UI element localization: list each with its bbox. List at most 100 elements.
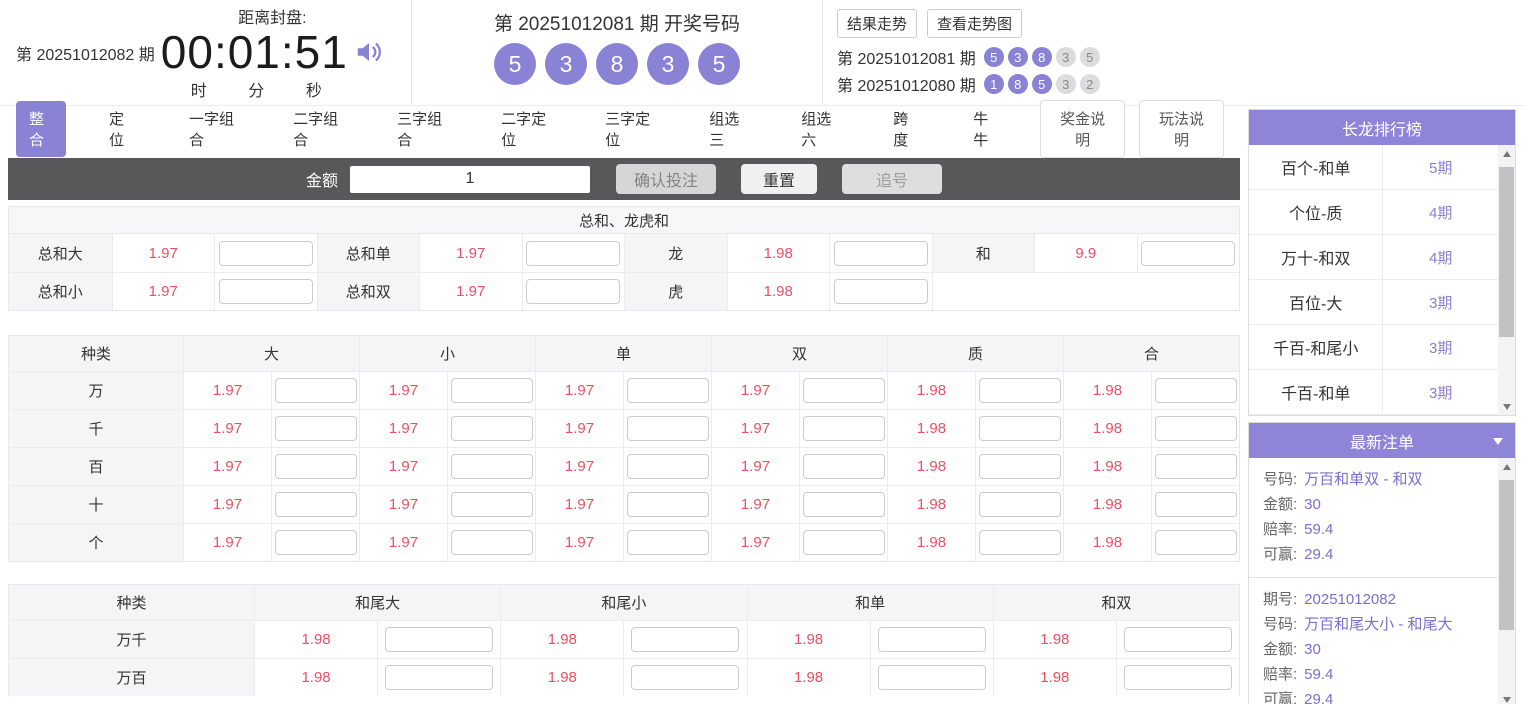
bet-amount-input[interactable] [1123, 665, 1232, 690]
bet-row: 千 1.97 1.97 1.97 1.97 1.98 1.98 [9, 409, 1239, 447]
collapse-caret-icon[interactable] [1493, 438, 1503, 445]
bet-amount-input[interactable] [802, 416, 885, 441]
bet-amount-input[interactable] [526, 279, 621, 304]
bet-amount-input[interactable] [450, 378, 533, 403]
bet-entry-line: 号码: 万百和单双 - 和双 [1263, 467, 1498, 492]
scroll-down-icon[interactable] [1498, 398, 1515, 415]
scroll-down-icon[interactable] [1498, 691, 1515, 704]
tab-整合[interactable]: 整合 [16, 101, 67, 157]
bet-amount-input[interactable] [626, 378, 709, 403]
bet-odds: 1.98 [1063, 371, 1151, 409]
scroll-up-icon[interactable] [1498, 458, 1515, 475]
dragon-row[interactable]: 百个-和单 5期 [1249, 145, 1498, 190]
scroll-thumb[interactable] [1499, 167, 1514, 337]
rules-info-button[interactable]: 玩法说明 [1139, 100, 1224, 158]
reset-button[interactable]: 重置 [741, 164, 817, 194]
bet-input-cell [975, 409, 1063, 447]
bet-amount-input[interactable] [1154, 492, 1237, 517]
bet-amount-input[interactable] [833, 279, 928, 304]
bet-odds: 1.97 [711, 409, 799, 447]
bet-amount-input[interactable] [1154, 454, 1237, 479]
bet-amount-input[interactable] [877, 627, 986, 652]
bet-amount-input[interactable] [626, 492, 709, 517]
view-chart-button[interactable]: 查看走势图 [927, 9, 1023, 38]
tab-三字定位[interactable]: 三字定位 [592, 101, 666, 157]
prize-info-button[interactable]: 奖金说明 [1040, 100, 1126, 158]
scroll-up-icon[interactable] [1498, 145, 1515, 162]
bet-input-cell [623, 523, 711, 561]
dragon-name: 千百-和尾小 [1249, 325, 1384, 369]
bet-amount-input[interactable] [631, 627, 740, 652]
bet-amount-input[interactable] [978, 416, 1061, 441]
bet-amount-input[interactable] [877, 665, 986, 690]
bet-amount-input[interactable] [385, 627, 494, 652]
countdown-units: 时 分 秒 [161, 77, 348, 101]
bet-amount-input[interactable] [978, 378, 1061, 403]
bet-amount-input[interactable] [218, 240, 313, 266]
result-trend-button[interactable]: 结果走势 [837, 9, 918, 38]
bet-input-cell [799, 409, 887, 447]
tab-组选六[interactable]: 组选六 [788, 101, 850, 157]
tab-跨度[interactable]: 跨度 [880, 101, 930, 157]
tab-三字组合[interactable]: 三字组合 [384, 101, 458, 157]
tab-组选三[interactable]: 组选三 [696, 101, 758, 157]
bet-amount-input[interactable] [1123, 627, 1232, 652]
dragon-streak: 5期 [1429, 159, 1453, 177]
bet-amount-input[interactable] [450, 454, 533, 479]
tab-一字组合[interactable]: 一字组合 [176, 101, 250, 157]
bet-amount-input[interactable] [274, 530, 357, 555]
bet-amount-input[interactable] [1154, 378, 1237, 403]
field-label: 金额: [1263, 641, 1298, 658]
bet-amount-input[interactable] [802, 378, 885, 403]
bet-amount-input[interactable] [626, 416, 709, 441]
dragon-row[interactable]: 个位-质 4期 [1249, 190, 1498, 235]
dragon-scrollbar[interactable] [1498, 145, 1515, 415]
dragon-row[interactable]: 千百-和单 3期 [1249, 370, 1498, 415]
bet-amount-input[interactable] [450, 416, 533, 441]
bet-amount-input[interactable] [274, 378, 357, 403]
dragon-row[interactable]: 百位-大 3期 [1249, 280, 1498, 325]
tab-二字组合[interactable]: 二字组合 [280, 101, 354, 157]
dragon-row[interactable]: 万十-和双 4期 [1249, 235, 1498, 280]
bet-odds: 1.97 [183, 371, 271, 409]
bet-amount-input[interactable] [833, 240, 928, 266]
countdown-label: 距离封盘: [238, 10, 307, 28]
scroll-thumb[interactable] [1499, 480, 1514, 630]
latest-scrollbar[interactable] [1498, 458, 1515, 704]
dragon-streak: 3期 [1429, 294, 1453, 312]
dragon-row[interactable]: 千百-和尾小 3期 [1249, 325, 1498, 370]
chase-number-button[interactable]: 追号 [842, 164, 942, 194]
speaker-icon[interactable] [354, 37, 384, 67]
bet-amount-input[interactable] [626, 454, 709, 479]
confirm-bet-button[interactable]: 确认投注 [616, 164, 716, 194]
bet-amount-input[interactable] [274, 416, 357, 441]
dragon-streak: 3期 [1429, 339, 1453, 357]
bet-amount-input[interactable] [450, 492, 533, 517]
tab-定位[interactable]: 定位 [96, 101, 146, 157]
bet-input-cell [975, 485, 1063, 523]
history-list: 第 20251012081 期53835第 20251012080 期18532 [837, 45, 1524, 96]
bet-amount-input[interactable] [274, 454, 357, 479]
bet-amount-input[interactable] [1141, 240, 1236, 266]
bet-amount-input[interactable] [978, 454, 1061, 479]
amount-input[interactable] [350, 165, 590, 193]
section-title: 总和、龙虎和 [9, 207, 1239, 234]
bet-input-cell [1136, 234, 1239, 272]
bet-amount-input[interactable] [631, 665, 740, 690]
bet-amount-input[interactable] [385, 665, 494, 690]
bet-amount-input[interactable] [218, 279, 313, 304]
history-issue: 第 20251012080 期 [837, 78, 976, 95]
bet-amount-input[interactable] [626, 530, 709, 555]
tab-二字定位[interactable]: 二字定位 [488, 101, 562, 157]
bet-amount-input[interactable] [978, 530, 1061, 555]
bet-amount-input[interactable] [802, 492, 885, 517]
bet-amount-input[interactable] [1154, 530, 1237, 555]
bet-amount-input[interactable] [1154, 416, 1237, 441]
bet-amount-input[interactable] [802, 530, 885, 555]
bet-amount-input[interactable] [526, 240, 621, 266]
tab-牛牛[interactable]: 牛牛 [960, 101, 1010, 157]
bet-amount-input[interactable] [978, 492, 1061, 517]
bet-amount-input[interactable] [450, 530, 533, 555]
bet-amount-input[interactable] [802, 454, 885, 479]
bet-amount-input[interactable] [274, 492, 357, 517]
